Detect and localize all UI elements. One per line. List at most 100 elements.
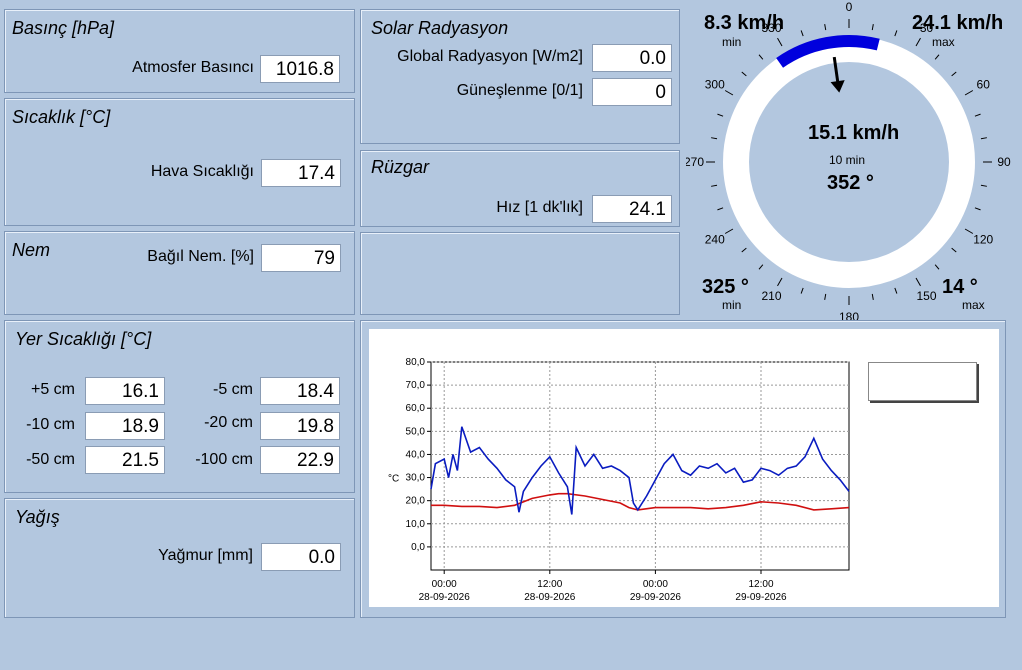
sunshine-value: 0 <box>592 78 672 106</box>
wind-speed-max-sub: max <box>932 35 955 49</box>
ground-value-plus5: 16.1 <box>85 377 165 405</box>
dial-tick <box>824 293 827 300</box>
dial-tick <box>915 277 921 287</box>
x-tick-date: 29-09-2026 <box>735 592 787 603</box>
solar-panel: Solar Radyasyon Global Radyasyon [W/m2] … <box>360 9 680 144</box>
humidity-value: 79 <box>261 244 341 272</box>
dial-tick <box>824 24 827 31</box>
wind-speed-min-sub: min <box>722 35 742 49</box>
humidity-panel: Nem Bağıl Nem. [%] 79 <box>4 231 355 315</box>
dial-tick <box>974 207 981 211</box>
wind-title: Rüzgar <box>371 157 430 177</box>
dial-label: 150 <box>916 289 936 303</box>
dial-label: 300 <box>705 78 725 92</box>
x-tick-date: 29-09-2026 <box>630 592 682 603</box>
dial-tick <box>711 184 718 187</box>
humidity-label: Bağıl Nem. [%] <box>147 248 254 265</box>
y-tick-label: 80,0 <box>406 357 426 368</box>
rain-panel: Yağış Yağmur [mm] 0.0 <box>4 498 355 618</box>
rain-title: Yağış <box>15 507 60 527</box>
dial-label: 240 <box>705 233 725 247</box>
pressure-title: Basınç [hPa] <box>12 18 115 38</box>
dial-tick <box>934 54 940 60</box>
pressure-panel: Basınç [hPa] Atmosfer Basıncı 1016.8 <box>4 9 355 93</box>
wind-direction-min: 325 ° <box>702 276 749 298</box>
y-axis-label: °C <box>388 474 399 485</box>
wind-direction: 352 ° <box>827 172 874 194</box>
dial-tick <box>915 37 921 47</box>
dial-tick <box>741 247 747 253</box>
dial-tick <box>980 137 987 140</box>
wind-panel: Rüzgar Hız [1 dk'lık] 24.1 <box>360 150 680 227</box>
dial-tick <box>980 184 987 187</box>
dial-tick <box>800 30 804 37</box>
dial-label: 60 <box>977 78 991 92</box>
temperature-panel: Sıcaklık [°C] Hava Sıcaklığı 17.4 <box>4 98 355 226</box>
pressure-label: Atmosfer Basıncı <box>132 59 254 76</box>
ground-label-minus20: -20 cm <box>204 414 253 431</box>
dial-tick <box>724 90 734 96</box>
solar-title: Solar Radyasyon <box>371 18 509 38</box>
x-tick-time: 00:00 <box>432 579 457 590</box>
dial-tick <box>964 228 974 234</box>
wind-speed-min: 8.3 km/h <box>704 12 785 34</box>
dial-tick <box>871 293 874 300</box>
wind-direction-max-sub: max <box>962 298 985 312</box>
y-tick-label: 50,0 <box>406 426 426 437</box>
empty-panel <box>360 232 680 315</box>
x-tick-time: 12:00 <box>748 579 773 590</box>
wind-direction-max: 14 ° <box>942 276 978 298</box>
ground-temperature-title: Yer Sıcaklığı [°C] <box>15 329 152 349</box>
ground-label-minus5: -5 cm <box>213 381 253 398</box>
dial-tick <box>724 228 734 234</box>
temperature-title: Sıcaklık [°C] <box>12 107 111 127</box>
dial-tick <box>964 90 974 96</box>
ground-temperature-panel: Yer Sıcaklığı [°C] +5 cm 16.1 -5 cm 18.4… <box>4 320 355 493</box>
temperature-wind-chart: 80,0 70,0 60,0 50,0 40,0 30,0 20,0 10,0 0,0 00:00… <box>369 329 999 607</box>
dial-tick <box>758 264 764 270</box>
y-tick-label: 40,0 <box>406 449 426 460</box>
dial-tick <box>894 30 898 37</box>
wind-speed-max: 24.1 km/h <box>912 12 1004 34</box>
pressure-value: 1016.8 <box>260 55 340 83</box>
y-tick-label: 20,0 <box>406 496 426 507</box>
ground-label-minus100: -100 cm <box>195 451 253 468</box>
y-tick-label: 10,0 <box>406 519 426 530</box>
dial-tick <box>777 277 783 287</box>
wind-speed-label: Hız [1 dk'lık] <box>496 199 583 216</box>
humidity-title: Nem <box>12 240 51 260</box>
x-tick-time: 12:00 <box>537 579 562 590</box>
current-wind-speed: 15.1 km/h <box>808 122 900 144</box>
wind-direction-min-sub: min <box>722 298 742 312</box>
y-tick-label: 70,0 <box>406 380 426 391</box>
dial-tick <box>741 71 747 77</box>
ground-value-minus5: 18.4 <box>260 377 340 405</box>
x-tick-time: 00:00 <box>643 579 668 590</box>
dial-label: 90 <box>997 155 1011 169</box>
dial-tick <box>711 137 718 140</box>
ground-label-minus10: -10 cm <box>26 416 75 433</box>
ground-label-minus50: -50 cm <box>26 451 75 468</box>
dial-label: 180 <box>839 310 859 320</box>
wind-speed-value: 24.1 <box>592 195 672 223</box>
rain-label: Yağmur [mm] <box>158 547 253 564</box>
dial-tick <box>951 71 957 77</box>
dial-tick <box>717 113 724 117</box>
ground-value-minus10: 18.9 <box>85 412 165 440</box>
temperature-value: 17.4 <box>261 159 341 187</box>
average-period-label: 10 min <box>829 153 866 167</box>
temperature-label: Hava Sıcaklığı <box>150 163 254 180</box>
dial-tick <box>974 113 981 117</box>
dial-tick <box>871 24 874 31</box>
dial-tick <box>894 287 898 294</box>
x-tick-date: 28-09-2026 <box>524 592 576 603</box>
global-radiation-value: 0.0 <box>592 44 672 72</box>
dial-tick <box>717 207 724 211</box>
dial-label: 0 <box>846 0 853 14</box>
dial-tick <box>934 264 940 270</box>
dial-tick <box>777 37 783 47</box>
y-tick-label: 30,0 <box>406 473 426 484</box>
global-radiation-label: Global Radyasyon [W/m2] <box>397 48 583 65</box>
y-tick-label: 0,0 <box>411 542 425 553</box>
y-tick-label: 60,0 <box>406 403 426 414</box>
